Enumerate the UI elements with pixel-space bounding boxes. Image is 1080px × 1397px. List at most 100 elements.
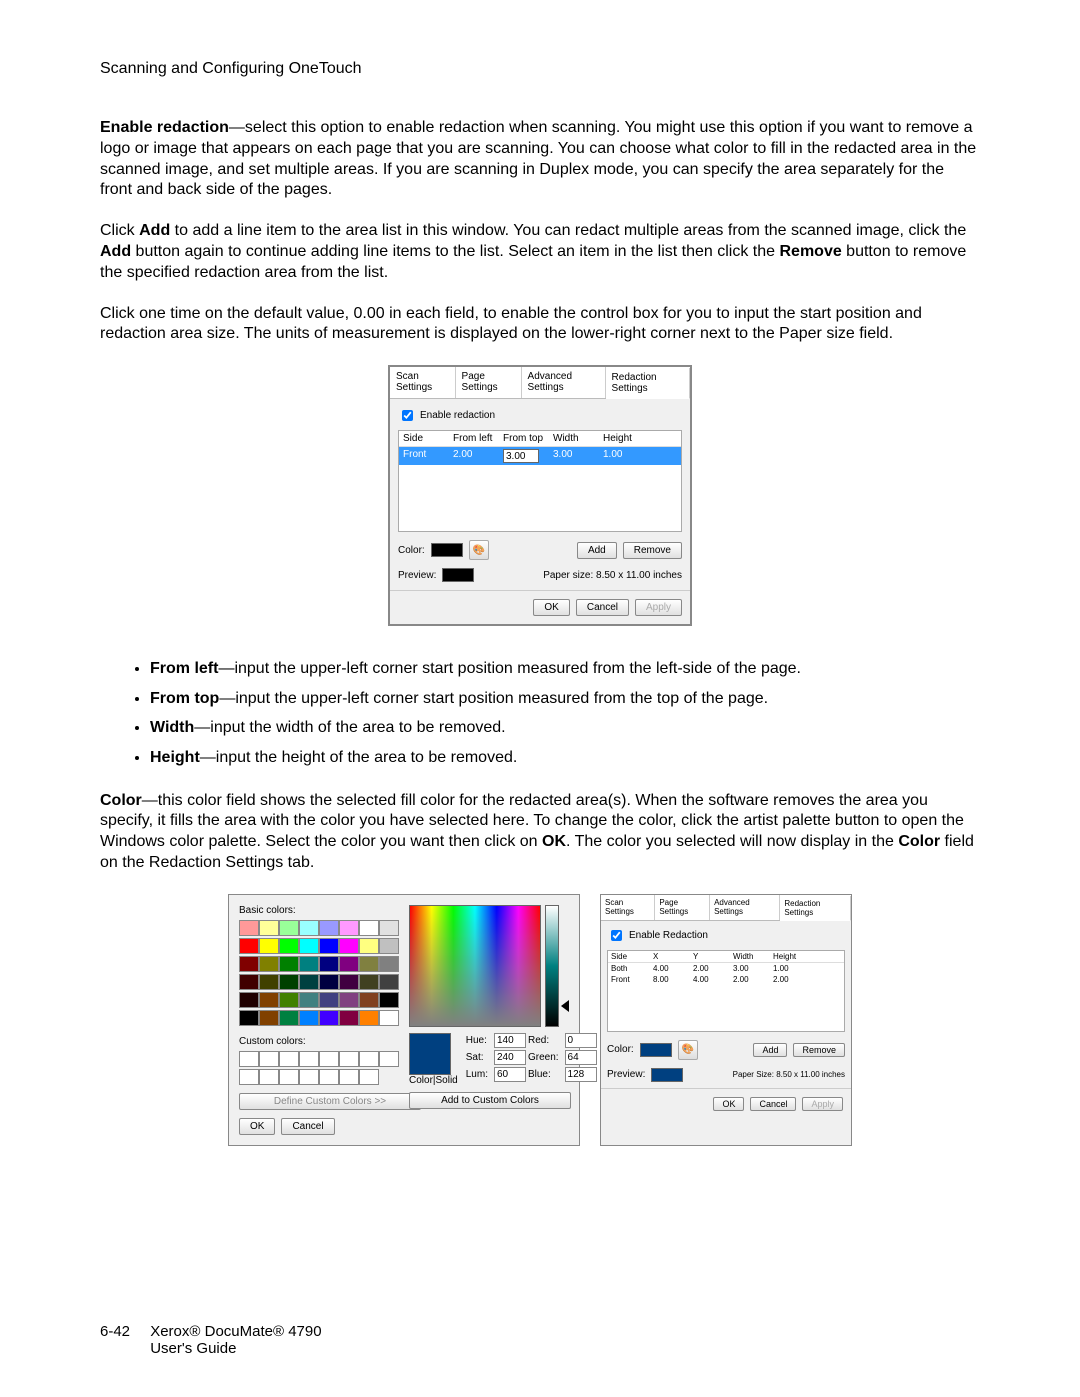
sat-input[interactable] (494, 1050, 526, 1065)
basic-color-swatch[interactable] (299, 938, 319, 954)
basic-color-swatch[interactable] (239, 920, 259, 936)
basic-color-swatch[interactable] (299, 956, 319, 972)
ok-button[interactable]: OK (713, 1097, 744, 1111)
basic-color-swatch[interactable] (259, 956, 279, 972)
custom-color-swatch[interactable] (259, 1069, 279, 1085)
basic-color-swatch[interactable] (299, 1010, 319, 1026)
basic-color-swatch[interactable] (259, 974, 279, 990)
basic-color-swatch[interactable] (279, 1010, 299, 1026)
basic-color-swatch[interactable] (359, 1010, 379, 1026)
enable-redaction-checkbox[interactable] (611, 930, 622, 941)
tab-advanced-settings[interactable]: Advanced Settings (710, 895, 780, 920)
custom-color-swatch[interactable] (299, 1051, 319, 1067)
palette-button[interactable]: 🎨 (469, 540, 489, 560)
color-gradient-area[interactable] (409, 905, 541, 1027)
color-cancel-button[interactable]: Cancel (281, 1118, 334, 1135)
basic-color-swatch[interactable] (259, 920, 279, 936)
basic-color-swatch[interactable] (299, 974, 319, 990)
basic-color-swatch[interactable] (239, 956, 259, 972)
redaction-area-table[interactable]: Side From left From top Width Height Fro… (398, 430, 682, 532)
basic-color-swatch[interactable] (279, 956, 299, 972)
table-row[interactable]: Both 4.00 2.00 3.00 1.00 (608, 963, 844, 974)
basic-color-swatch[interactable] (379, 974, 399, 990)
custom-color-swatch[interactable] (239, 1069, 259, 1085)
basic-color-swatch[interactable] (379, 938, 399, 954)
basic-color-swatch[interactable] (359, 956, 379, 972)
custom-color-swatch[interactable] (339, 1069, 359, 1085)
basic-color-swatch[interactable] (379, 920, 399, 936)
custom-color-swatch[interactable] (339, 1051, 359, 1067)
remove-button[interactable]: Remove (793, 1043, 845, 1057)
custom-color-swatch[interactable] (279, 1051, 299, 1067)
add-button[interactable]: Add (577, 542, 617, 559)
basic-color-swatch[interactable] (339, 974, 359, 990)
basic-color-swatch[interactable] (259, 992, 279, 1008)
tab-advanced-settings[interactable]: Advanced Settings (522, 367, 606, 398)
apply-button[interactable]: Apply (635, 599, 682, 616)
ok-button[interactable]: OK (533, 599, 569, 616)
add-to-custom-colors-button[interactable]: Add to Custom Colors (409, 1092, 571, 1109)
custom-color-swatch[interactable] (359, 1069, 379, 1085)
basic-color-swatch[interactable] (319, 974, 339, 990)
basic-color-swatch[interactable] (339, 938, 359, 954)
from-top-input[interactable] (503, 449, 539, 463)
basic-color-swatch[interactable] (259, 938, 279, 954)
table-row[interactable]: Front 2.00 3.00 1.00 (399, 447, 681, 465)
basic-color-swatch[interactable] (279, 992, 299, 1008)
cancel-button[interactable]: Cancel (576, 599, 629, 616)
tab-page-settings[interactable]: Page Settings (655, 895, 710, 920)
hue-input[interactable] (494, 1033, 526, 1048)
basic-color-swatch[interactable] (379, 1010, 399, 1026)
tab-redaction-settings[interactable]: Redaction Settings (780, 896, 851, 921)
enable-redaction-checkbox-row[interactable]: Enable redaction (398, 407, 682, 424)
basic-color-swatch[interactable] (239, 992, 259, 1008)
basic-color-swatch[interactable] (319, 992, 339, 1008)
basic-color-swatch[interactable] (359, 920, 379, 936)
basic-color-swatch[interactable] (259, 1010, 279, 1026)
basic-color-swatch[interactable] (359, 992, 379, 1008)
color-ok-button[interactable]: OK (239, 1118, 275, 1135)
basic-color-swatch[interactable] (299, 992, 319, 1008)
add-button[interactable]: Add (753, 1043, 787, 1057)
basic-color-swatch[interactable] (319, 1010, 339, 1026)
cancel-button[interactable]: Cancel (750, 1097, 796, 1111)
red-input[interactable] (565, 1033, 597, 1048)
tab-scan-settings[interactable]: Scan Settings (601, 895, 655, 920)
apply-button[interactable]: Apply (802, 1097, 843, 1111)
basic-color-swatch[interactable] (279, 920, 299, 936)
basic-color-grid[interactable] (239, 920, 399, 1026)
custom-color-grid[interactable] (239, 1051, 399, 1085)
cell-from-top[interactable] (503, 449, 553, 463)
basic-color-swatch[interactable] (339, 956, 359, 972)
enable-redaction-checkbox-row[interactable]: Enable Redaction (607, 927, 845, 944)
blue-input[interactable] (565, 1067, 597, 1082)
green-input[interactable] (565, 1050, 597, 1065)
custom-color-swatch[interactable] (279, 1069, 299, 1085)
basic-color-swatch[interactable] (339, 992, 359, 1008)
luminance-bar[interactable] (545, 905, 559, 1027)
basic-color-swatch[interactable] (239, 1010, 259, 1026)
basic-color-swatch[interactable] (279, 974, 299, 990)
basic-color-swatch[interactable] (339, 920, 359, 936)
basic-color-swatch[interactable] (379, 956, 399, 972)
custom-color-swatch[interactable] (299, 1069, 319, 1085)
basic-color-swatch[interactable] (339, 1010, 359, 1026)
luminance-arrow-icon[interactable] (561, 1000, 569, 1012)
enable-redaction-checkbox[interactable] (402, 410, 413, 421)
basic-color-swatch[interactable] (319, 938, 339, 954)
basic-color-swatch[interactable] (359, 938, 379, 954)
tab-page-settings[interactable]: Page Settings (456, 367, 522, 398)
tab-scan-settings[interactable]: Scan Settings (390, 367, 456, 398)
remove-button[interactable]: Remove (623, 542, 682, 559)
define-custom-colors-button[interactable]: Define Custom Colors >> (239, 1093, 421, 1110)
custom-color-swatch[interactable] (319, 1069, 339, 1085)
basic-color-swatch[interactable] (359, 974, 379, 990)
lum-input[interactable] (494, 1067, 526, 1082)
custom-color-swatch[interactable] (239, 1051, 259, 1067)
table-row[interactable]: Front 8.00 4.00 2.00 2.00 (608, 974, 844, 985)
tab-redaction-settings[interactable]: Redaction Settings (606, 368, 690, 399)
basic-color-swatch[interactable] (299, 920, 319, 936)
basic-color-swatch[interactable] (279, 938, 299, 954)
basic-color-swatch[interactable] (379, 992, 399, 1008)
basic-color-swatch[interactable] (319, 956, 339, 972)
